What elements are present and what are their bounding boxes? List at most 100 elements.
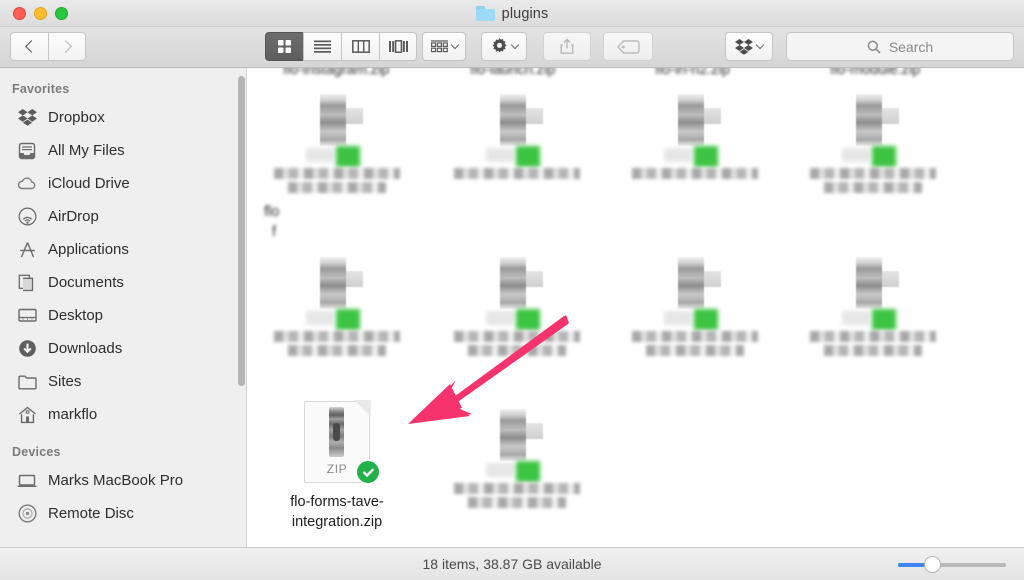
list-item[interactable]	[620, 249, 770, 359]
action-menu-button[interactable]	[481, 32, 527, 61]
sidebar-item-markflo[interactable]: markflo	[0, 398, 246, 431]
sidebar: Favorites Dropbox All My Files iCloud Dr…	[0, 68, 247, 580]
statusbar: 18 items, 38.87 GB available	[0, 547, 1024, 580]
sidebar-item-label: Documents	[48, 274, 124, 291]
file-label-cut: flo-module.zip	[830, 68, 921, 78]
file-label-cut: flo-launch.zip	[470, 68, 556, 78]
folder-icon	[475, 6, 495, 21]
downloads-icon	[17, 339, 37, 359]
blurred-file-icon	[262, 249, 412, 359]
list-item[interactable]	[442, 86, 592, 196]
list-item[interactable]	[442, 249, 592, 359]
share-button[interactable]	[543, 32, 591, 61]
chevron-left-icon	[24, 40, 38, 53]
sidebar-section-devices-header: Devices	[12, 445, 61, 459]
sidebar-item-label: All My Files	[48, 142, 125, 159]
blurred-file-icon	[798, 249, 948, 359]
blurred-file-icon	[262, 86, 412, 196]
sidebar-item-desktop[interactable]: Desktop	[0, 299, 246, 332]
sidebar-item-airdrop[interactable]: AirDrop	[0, 200, 246, 233]
folder-icon	[17, 372, 37, 392]
file-name-line-1: flo-forms-tave-	[290, 494, 384, 510]
slider-knob[interactable]	[924, 556, 941, 573]
sidebar-item-label: Remote Disc	[48, 505, 134, 522]
columns-icon	[351, 40, 370, 53]
chevron-down-icon	[510, 40, 519, 50]
list-view-button[interactable]	[303, 32, 341, 61]
sidebar-item-label: Applications	[48, 241, 129, 258]
sidebar-item-label: Downloads	[48, 340, 123, 357]
icon-view-button[interactable]	[265, 32, 303, 61]
sidebar-scrollbar[interactable]	[238, 76, 245, 386]
arrange-button[interactable]	[422, 32, 466, 61]
home-icon	[17, 405, 37, 425]
sidebar-item-documents[interactable]: Documents	[0, 266, 246, 299]
toolbar: Search	[0, 27, 1024, 68]
file-name-line-2: integration.zip	[291, 514, 383, 530]
share-icon	[560, 38, 574, 54]
gallery-view-button[interactable]	[379, 32, 417, 61]
sidebar-item-label: iCloud Drive	[48, 175, 130, 192]
sidebar-item-dropbox[interactable]: Dropbox	[0, 101, 246, 134]
dropbox-menu-button[interactable]	[725, 32, 773, 61]
grid-icon	[278, 40, 291, 53]
sidebar-item-applications[interactable]: Applications	[0, 233, 246, 266]
dropbox-icon	[735, 38, 753, 55]
blurred-file-icon	[620, 86, 770, 196]
blurred-file-icon	[442, 401, 592, 511]
disc-icon	[17, 504, 37, 524]
sidebar-item-label: Marks MacBook Pro	[48, 472, 184, 489]
tag-icon	[616, 39, 640, 54]
window-title-group: plugins	[0, 0, 1024, 27]
list-item[interactable]	[620, 86, 770, 196]
column-view-button[interactable]	[341, 32, 379, 61]
file-label-cut: flo	[264, 204, 280, 220]
laptop-icon	[17, 471, 37, 491]
chevron-down-icon	[755, 40, 765, 50]
file-label-cut: flo-instagram.zip	[283, 68, 390, 78]
sidebar-item-label: Sites	[48, 373, 82, 390]
synced-check-icon	[355, 459, 381, 485]
sidebar-item-downloads[interactable]: Downloads	[0, 332, 246, 365]
arrange-grid-icon	[430, 39, 448, 52]
list-item[interactable]	[798, 86, 948, 196]
chevron-right-icon	[59, 40, 72, 53]
file-label-cut: f	[272, 224, 277, 240]
applications-icon	[17, 240, 37, 260]
status-text: 18 items, 38.87 GB available	[422, 556, 602, 572]
file-item-zip[interactable]: ZIP flo-forms-tave- integration.zip	[262, 400, 412, 532]
file-label-cut: flo-in-h2.zip	[655, 68, 730, 78]
sidebar-item-remote-disc[interactable]: Remote Disc	[0, 497, 246, 530]
file-grid: flo-instagram.zip flo-launch.zip flo-in-…	[248, 68, 1024, 547]
documents-icon	[17, 273, 37, 293]
forward-button[interactable]	[48, 32, 86, 61]
back-button[interactable]	[10, 32, 48, 61]
sidebar-item-marks-macbook-pro[interactable]: Marks MacBook Pro	[0, 464, 246, 497]
desktop-icon	[17, 306, 37, 326]
page-title: plugins	[501, 5, 549, 22]
sidebar-item-label: Desktop	[48, 307, 104, 324]
search-field[interactable]: Search	[786, 32, 1014, 61]
titlebar: plugins	[0, 0, 1024, 27]
blurred-file-icon	[442, 249, 592, 359]
search-input[interactable]: Search	[889, 39, 933, 55]
list-item[interactable]	[442, 401, 592, 511]
search-icon	[867, 40, 881, 54]
blurred-file-icon	[442, 86, 592, 196]
all-my-files-icon	[17, 141, 37, 161]
tag-button[interactable]	[603, 32, 653, 61]
list-item[interactable]	[262, 249, 412, 359]
list-item[interactable]	[798, 249, 948, 359]
sidebar-item-sites[interactable]: Sites	[0, 365, 246, 398]
dropbox-icon	[17, 108, 37, 128]
zip-file-icon: ZIP	[304, 400, 381, 485]
sidebar-item-icloud-drive[interactable]: iCloud Drive	[0, 167, 246, 200]
sidebar-item-all-my-files[interactable]: All My Files	[0, 134, 246, 167]
airdrop-icon	[17, 207, 37, 227]
sidebar-item-label: Dropbox	[48, 109, 105, 126]
list-item[interactable]	[262, 86, 412, 196]
list-icon	[314, 40, 331, 53]
icon-size-slider[interactable]	[898, 556, 1006, 573]
cloud-icon	[17, 174, 37, 194]
file-name-label: flo-forms-tave- integration.zip	[262, 492, 412, 532]
